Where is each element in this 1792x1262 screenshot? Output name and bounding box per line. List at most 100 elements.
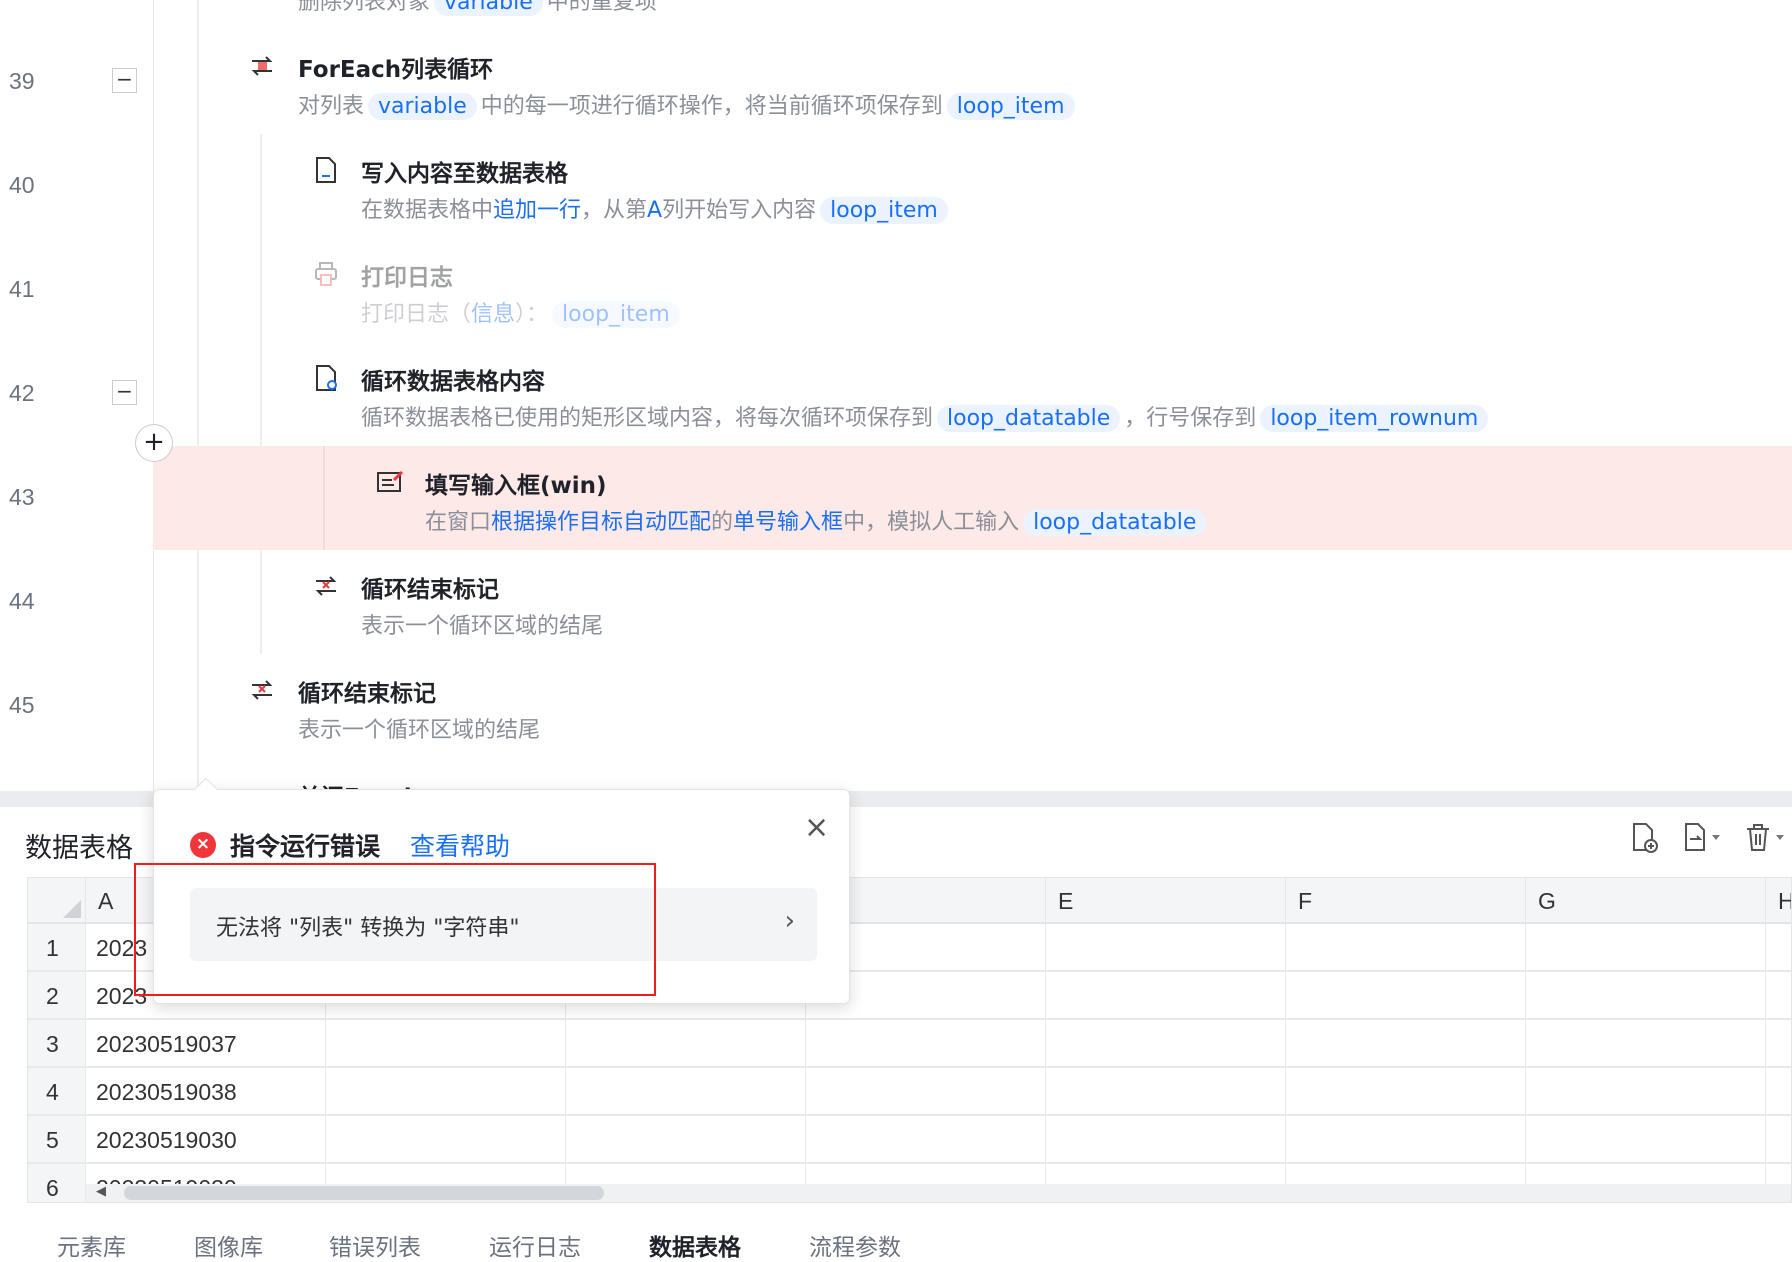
variable-tag[interactable]: loop_item [552,301,680,328]
variable-tag[interactable]: variable [368,93,477,120]
row-number[interactable]: 3 [28,1020,86,1068]
param-link[interactable]: 根据操作目标自动匹配 [491,510,711,535]
line-number: 40 [9,172,35,198]
table-cell[interactable] [566,1068,806,1116]
table-cell[interactable]: 20230519030 [86,1116,326,1164]
table-cell[interactable] [326,1020,566,1068]
table-cell[interactable] [1286,972,1526,1020]
variable-tag[interactable]: loop_item [946,93,1075,120]
select-all-corner[interactable] [28,878,86,924]
step-loop-end[interactable]: 循环结束标记 表示一个循环区域的结尾 [248,674,1248,754]
desc-text: 表示一个循环区域的结尾 [298,718,541,743]
table-cell[interactable] [1286,1020,1526,1068]
desc-text: 在数据表格中 [361,198,494,223]
horizontal-scrollbar[interactable]: ◀ [86,1184,1791,1202]
scroll-left-icon[interactable]: ◀ [96,1184,106,1199]
add-step-button[interactable]: + [135,424,173,462]
bottom-tab[interactable]: 图像库 [194,1228,263,1262]
step-fill-input-error[interactable]: 填写输入框(win) 在窗口根据操作目标自动匹配的单号输入框中，模拟人工输入 lo… [376,466,1776,546]
scrollbar-thumb[interactable] [124,1186,604,1200]
row-number[interactable]: 1 [28,924,86,972]
step-loop-end[interactable]: 循环结束标记 表示一个循环区域的结尾 [312,570,1312,650]
bottom-tab[interactable]: 数据表格 [649,1228,741,1262]
table-cell[interactable] [806,1020,1046,1068]
param-link[interactable]: 追加一行 [493,198,581,223]
collapse-button[interactable]: − [112,380,137,405]
table-cell[interactable] [1286,1068,1526,1116]
column-header[interactable]: G [1526,878,1766,924]
line-number: 45 [9,692,35,718]
table-cell[interactable] [1526,1068,1766,1116]
bottom-tab[interactable]: 错误列表 [329,1228,421,1262]
table-cell[interactable] [1526,972,1766,1020]
table-cell[interactable]: 20230519038 [86,1068,326,1116]
delete-icon[interactable] [1744,822,1792,854]
variable-tag[interactable]: loop_item [820,197,948,224]
bottom-tab[interactable]: 流程参数 [809,1228,901,1262]
desc-text: 的 [711,510,734,535]
chevron-right-icon[interactable]: › [785,906,795,936]
step-foreach[interactable]: ForEach列表循环 对列表 variable 中的每一项进行循环操作，将当前循环… [248,50,1748,130]
param-link[interactable]: A [647,198,662,223]
step-description: 循环数据表格已使用的矩形区域内容，将每次循环项保存到 loop_datatable… [361,400,1492,432]
document-loop-icon [316,365,337,391]
table-cell[interactable] [566,1020,806,1068]
step-description: 在数据表格中追加一行，从第A列开始写入内容 loop_item [361,192,952,224]
table-cell[interactable]: 20230519037 [86,1020,326,1068]
table-cell[interactable] [1766,1116,1791,1164]
loop-list-icon [251,56,273,76]
table-cell[interactable] [806,1116,1046,1164]
table-cell[interactable] [1766,972,1791,1020]
table-cell[interactable] [1766,1068,1791,1116]
column-header[interactable]: H [1766,878,1791,924]
row-number[interactable]: 4 [28,1068,86,1116]
line-number: 44 [9,588,35,614]
row-number[interactable]: 2 [28,972,86,1020]
new-file-icon[interactable] [1630,822,1660,854]
table-cell[interactable] [1526,1020,1766,1068]
column-header[interactable]: E [1046,878,1286,924]
printer-icon [315,262,337,286]
table-cell[interactable] [326,1116,566,1164]
loop-end-icon [315,576,337,596]
step-title: ForEach列表循环 [298,57,494,83]
step-title: 循环数据表格内容 [361,369,545,395]
step-print-log-disabled[interactable]: 打印日志 打印日志（信息）： loop_item [312,258,1712,338]
bottom-tab[interactable]: 元素库 [57,1228,126,1262]
table-cell[interactable] [326,1068,566,1116]
table-cell[interactable] [1046,972,1286,1020]
table-cell[interactable] [1046,1068,1286,1116]
table-cell[interactable] [1526,924,1766,972]
export-file-icon[interactable] [1682,822,1726,854]
bottom-tab[interactable]: 运行日志 [489,1228,581,1262]
close-icon[interactable]: × [804,810,829,845]
param-link[interactable]: 单号输入框 [733,510,843,535]
table-cell[interactable] [1046,924,1286,972]
variable-tag[interactable]: variable [434,0,543,16]
table-cell[interactable] [806,1068,1046,1116]
error-title: 指令运行错误 [230,832,381,861]
desc-text: ）： [515,302,549,327]
variable-tag[interactable]: loop_item_rownum [1260,405,1489,432]
variable-tag[interactable]: loop_datatable [1023,509,1207,536]
column-header[interactable]: F [1286,878,1526,924]
collapse-button[interactable]: − [112,68,137,93]
table-cell[interactable] [1046,1020,1286,1068]
table-cell[interactable] [1766,1020,1791,1068]
step-loop-datatable[interactable]: 循环数据表格内容 循环数据表格已使用的矩形区域内容，将每次循环项保存到 loop_… [312,362,1762,442]
table-cell[interactable] [566,1116,806,1164]
table-cell[interactable] [1046,1116,1286,1164]
table-cell[interactable] [1766,924,1791,972]
view-help-link[interactable]: 查看帮助 [410,827,510,863]
param-link[interactable]: 信息 [471,302,515,327]
variable-tag[interactable]: loop_datatable [937,405,1121,432]
row-number[interactable]: 5 [28,1116,86,1164]
error-icon: × [190,832,216,858]
table-cell[interactable] [1286,1116,1526,1164]
table-cell[interactable] [1286,924,1526,972]
step-title: 循环结束标记 [298,681,436,707]
table-cell[interactable] [1526,1116,1766,1164]
row-number[interactable]: 6 [28,1164,86,1202]
desc-text: ，从第 [581,198,648,223]
step-write-datatable[interactable]: 写入内容至数据表格 在数据表格中追加一行，从第A列开始写入内容 loop_item [312,154,1712,234]
